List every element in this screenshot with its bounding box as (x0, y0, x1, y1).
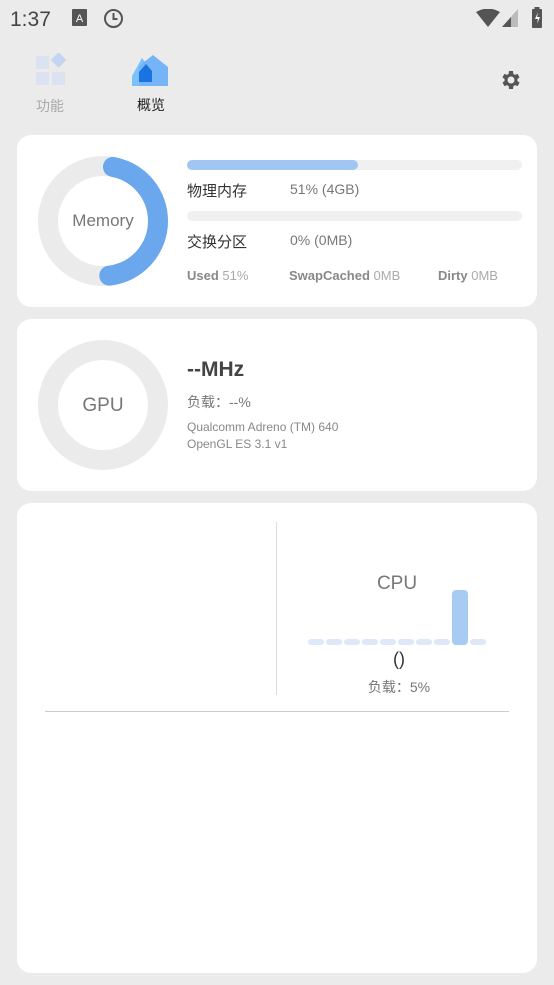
stat-dirty: Dirty 0MB (438, 268, 498, 283)
cpu-history-bar (308, 639, 324, 645)
tab-label: 功能 (36, 98, 64, 114)
clock-icon (104, 9, 123, 28)
signal-icon (502, 9, 518, 27)
home-icon (132, 55, 168, 86)
memory-ring-label: Memory (72, 211, 134, 230)
vertical-divider (276, 522, 277, 695)
swap-value: 0% (0MB) (290, 232, 353, 248)
status-time: 1:37 (10, 8, 51, 31)
cpu-card: CPU () 负载：5% (17, 503, 537, 973)
swap-label: 交换分区 (187, 234, 248, 251)
cpu-history-bar (470, 639, 486, 645)
gear-icon[interactable] (498, 68, 522, 92)
cpu-history-bar (380, 639, 396, 645)
cpu-history-bar (452, 590, 468, 645)
gpu-card: GPU --MHz 负载：--% Qualcomm Adreno (TM) 64… (17, 319, 537, 491)
physical-memory-value: 51% (4GB) (290, 181, 360, 197)
cpu-history-bar (434, 639, 450, 645)
battery-charging-icon (532, 7, 542, 28)
physical-memory-bar (187, 160, 522, 170)
keyboard-a-icon: A (72, 9, 87, 26)
tab-label: 概览 (137, 97, 165, 113)
cpu-history-bar (362, 639, 378, 645)
gpu-api: OpenGL ES 3.1 v1 (187, 437, 288, 451)
tab-overview[interactable]: 概览 (130, 52, 172, 115)
cpu-history-bar (416, 639, 432, 645)
gpu-load: 负载：--% (187, 394, 251, 410)
physical-memory-label: 物理内存 (187, 183, 248, 200)
svg-text:A: A (76, 13, 84, 25)
cpu-load: 负载：5% (367, 679, 431, 695)
stat-used: Used 51% (187, 268, 249, 283)
gpu-frequency: --MHz (187, 358, 245, 381)
swap-bar (187, 211, 522, 221)
wifi-icon (476, 9, 500, 27)
stat-swapcached: SwapCached 0MB (289, 268, 401, 283)
gpu-renderer: Qualcomm Adreno (TM) 640 (187, 420, 339, 434)
cpu-history-bar (344, 639, 360, 645)
tab-functions[interactable]: 功能 (30, 52, 70, 116)
horizontal-divider (45, 711, 509, 712)
gpu-ring-label: GPU (82, 395, 124, 416)
grid-icon (36, 52, 67, 85)
cpu-history-chart (308, 585, 498, 645)
cpu-history-bar (398, 639, 414, 645)
memory-card: Memory 物理内存 51% (4GB) 交换分区 0% (0MB) Used… (17, 135, 537, 307)
cpu-frequency: () (393, 649, 405, 669)
cpu-history-bar (326, 639, 342, 645)
